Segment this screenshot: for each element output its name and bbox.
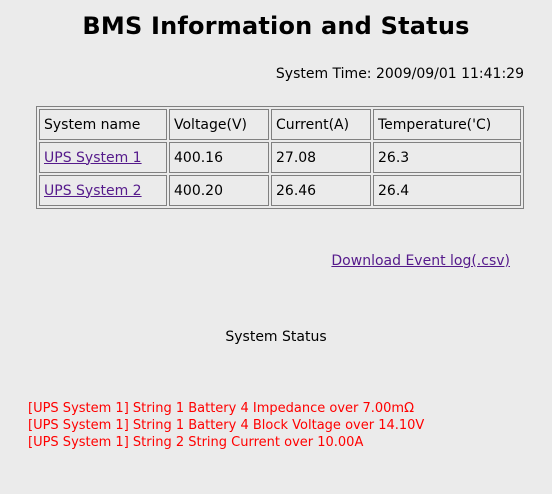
ups-system-2-link[interactable]: UPS System 2 [44,183,142,199]
header-temperature: Temperature('C) [373,109,521,140]
table-header-row: System name Voltage(V) Current(A) Temper… [39,109,521,140]
current-cell: 26.46 [271,175,371,206]
header-current: Current(A) [271,109,371,140]
temperature-cell: 26.3 [373,142,521,173]
temperature-cell: 26.4 [373,175,521,206]
ups-system-1-link[interactable]: UPS System 1 [44,150,142,166]
system-name-cell: UPS System 1 [39,142,167,173]
system-status-heading: System Status [225,329,327,345]
table-row: UPS System 1 400.16 27.08 26.3 [39,142,521,173]
bms-table: System name Voltage(V) Current(A) Temper… [36,106,524,209]
alert-message: [UPS System 1] String 2 String Current o… [28,435,364,450]
voltage-cell: 400.20 [169,175,269,206]
download-event-log-link[interactable]: Download Event log(.csv) [331,253,510,269]
header-voltage: Voltage(V) [169,109,269,140]
page-title: BMS Information and Status [82,12,470,40]
header-system-name: System name [39,109,167,140]
alert-message: [UPS System 1] String 1 Battery 4 Impeda… [28,401,415,416]
alert-list: [UPS System 1] String 1 Battery 4 Impeda… [28,400,424,451]
table-row: UPS System 2 400.20 26.46 26.4 [39,175,521,206]
alert-message: [UPS System 1] String 1 Battery 4 Block … [28,418,425,433]
voltage-cell: 400.16 [169,142,269,173]
system-name-cell: UPS System 2 [39,175,167,206]
current-cell: 27.08 [271,142,371,173]
system-time: System Time: 2009/09/01 11:41:29 [275,66,524,82]
